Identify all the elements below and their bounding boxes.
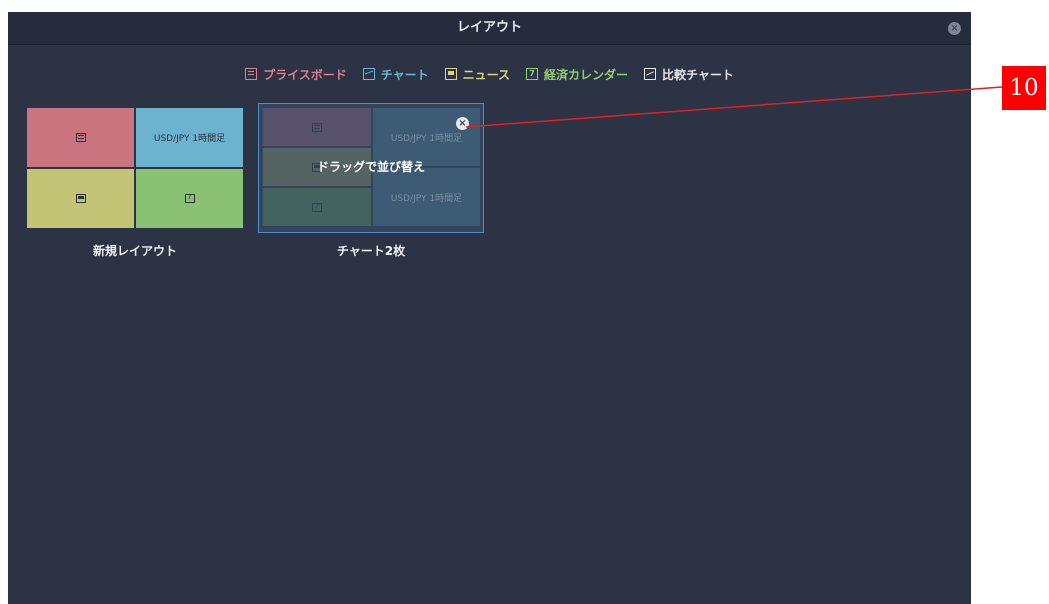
callout-number: 10 <box>1002 66 1046 110</box>
callout-line <box>465 86 1003 128</box>
